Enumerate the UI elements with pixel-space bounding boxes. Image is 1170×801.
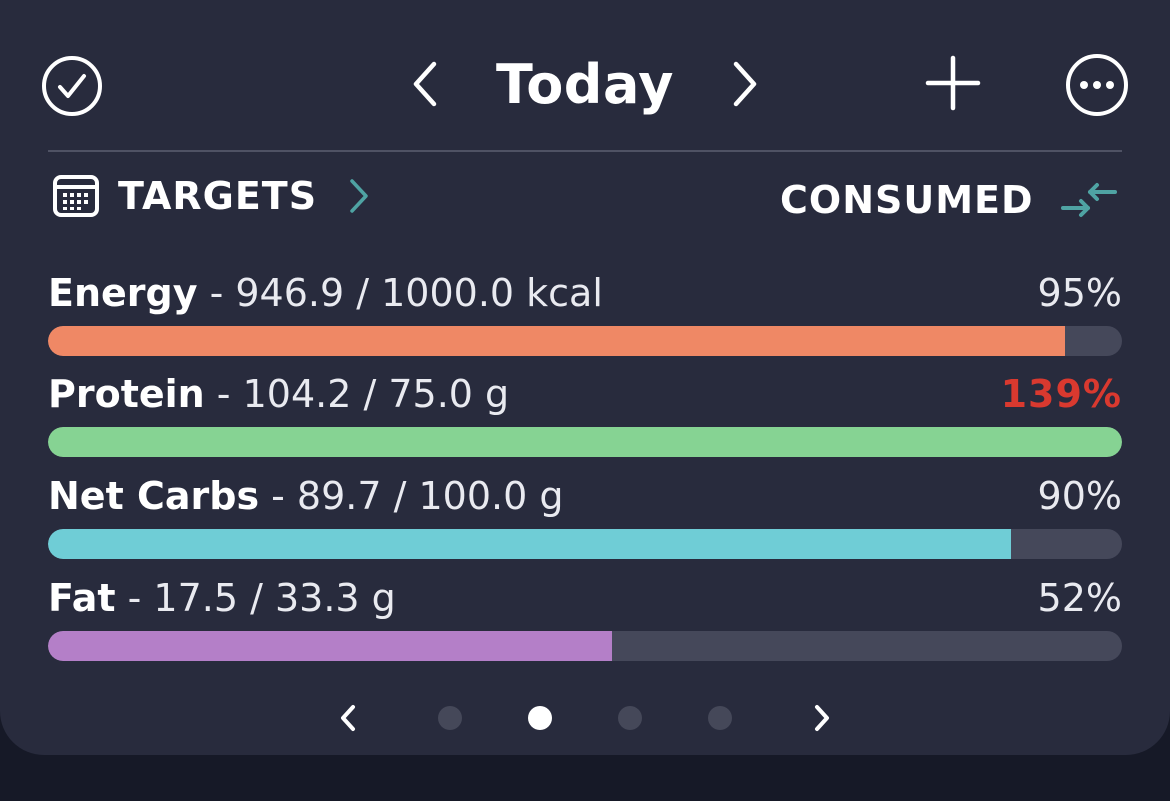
- page-dot[interactable]: [708, 706, 732, 730]
- consumed-label: CONSUMED: [780, 178, 1034, 222]
- progress-bar-fill: [48, 427, 1122, 457]
- progress-bar: [48, 326, 1122, 356]
- toggle-mode-button[interactable]: [1058, 176, 1120, 224]
- nutrient-label: Fat - 17.5 / 33.3 g: [48, 573, 396, 623]
- previous-page-button[interactable]: [330, 694, 366, 742]
- nutrient-label: Energy - 946.9 / 1000.0 kcal: [48, 268, 603, 318]
- previous-day-button[interactable]: [400, 52, 450, 116]
- progress-bar-fill: [48, 529, 1012, 559]
- nutrient-row-protein[interactable]: Protein - 104.2 / 75.0 g 139%: [48, 369, 1122, 465]
- nutrient-percent: 52%: [1037, 576, 1122, 620]
- page-dot[interactable]: [528, 706, 552, 730]
- targets-button[interactable]: TARGETS: [50, 168, 380, 224]
- nutrient-name: Protein: [48, 372, 205, 416]
- next-day-button[interactable]: [720, 52, 770, 116]
- nutrient-name: Net Carbs: [48, 474, 260, 518]
- nutrient-detail: - 89.7 / 100.0 g: [259, 474, 564, 518]
- targets-label: TARGETS: [118, 174, 318, 218]
- more-horizontal-icon: [1066, 54, 1128, 116]
- nutrient-detail: - 17.5 / 33.3 g: [115, 576, 396, 620]
- nutrient-label: Protein - 104.2 / 75.0 g: [48, 369, 509, 419]
- chevron-left-icon: [341, 705, 355, 731]
- page-indicator: [0, 692, 1170, 742]
- complete-day-button[interactable]: [40, 54, 104, 118]
- nutrient-row-fat[interactable]: Fat - 17.5 / 33.3 g 52%: [48, 573, 1122, 669]
- progress-bar: [48, 427, 1122, 457]
- progress-bar-fill: [48, 326, 1066, 356]
- calendar-icon: [53, 175, 99, 217]
- progress-bar: [48, 529, 1122, 559]
- next-page-button[interactable]: [804, 694, 840, 742]
- chevron-right-icon: [733, 61, 757, 107]
- check-circle-icon: [42, 56, 102, 116]
- page-title: Today: [496, 53, 674, 116]
- nutrient-row-energy[interactable]: Energy - 946.9 / 1000.0 kcal 95%: [48, 268, 1122, 364]
- more-options-button[interactable]: [1064, 52, 1130, 118]
- nutrient-percent: 90%: [1037, 474, 1122, 518]
- page-dot[interactable]: [618, 706, 642, 730]
- nutrient-row-net-carbs[interactable]: Net Carbs - 89.7 / 100.0 g 90%: [48, 471, 1122, 567]
- nutrient-percent: 139%: [1000, 372, 1122, 416]
- plus-icon: [925, 55, 981, 111]
- daily-summary-card: Today TARGETS CONSUMED Energy - 946.9 / …: [0, 0, 1170, 755]
- progress-bar-fill: [48, 631, 612, 661]
- nutrient-detail: - 104.2 / 75.0 g: [204, 372, 510, 416]
- page-dot[interactable]: [438, 706, 462, 730]
- chevron-right-icon: [350, 179, 368, 213]
- chevron-left-icon: [413, 61, 437, 107]
- nutrient-percent: 95%: [1037, 271, 1122, 315]
- nutrient-name: Energy: [48, 271, 198, 315]
- swap-arrows-icon: [1061, 183, 1117, 217]
- nutrient-detail: - 946.9 / 1000.0 kcal: [197, 271, 603, 315]
- chevron-right-icon: [815, 705, 829, 731]
- add-entry-button[interactable]: [920, 52, 986, 114]
- nutrient-label: Net Carbs - 89.7 / 100.0 g: [48, 471, 564, 521]
- header-divider: [48, 150, 1122, 152]
- progress-bar: [48, 631, 1122, 661]
- nutrient-name: Fat: [48, 576, 116, 620]
